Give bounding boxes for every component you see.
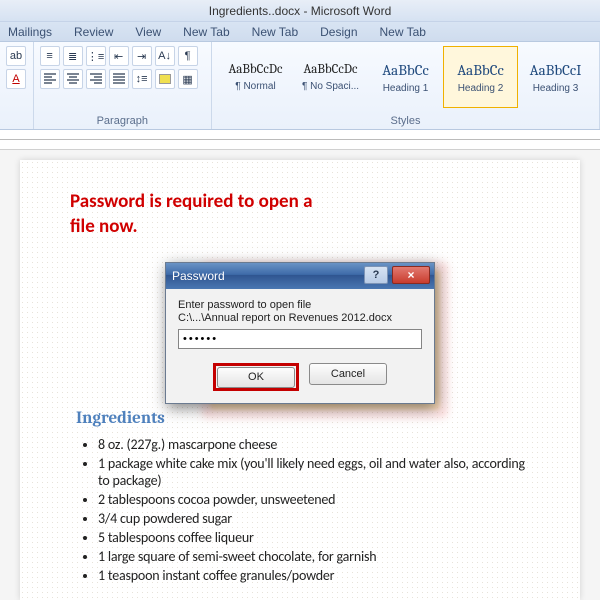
ruler[interactable] [0,130,600,150]
bullets-button[interactable]: ≡ [40,46,60,66]
help-button[interactable]: ? [364,266,388,284]
show-marks-button[interactable]: ¶ [178,46,198,66]
annotation-line-1: Password is required to open a [70,190,530,215]
list-item: 1 teaspoon instant coffee granules/powde… [98,567,530,584]
dialog-title: Password [172,269,225,283]
font-group-partial: ab A [0,42,34,129]
window-title-bar: Ingredients..docx - Microsoft Word [0,0,600,22]
sort-button[interactable]: A↓ [155,46,175,66]
tab-view[interactable]: View [135,25,161,39]
shading-button[interactable] [155,69,175,89]
tab-new-1[interactable]: New Tab [183,25,229,39]
dialog-body: Enter password to open file C:\...\Annua… [166,289,434,403]
dialog-prompt-1: Enter password to open file [178,299,422,311]
style-no-spacing[interactable]: AaBbCcDc ¶ No Spaci... [293,46,368,108]
password-dialog: Password ? × Enter password to open file… [165,262,435,404]
justify-button[interactable] [109,69,129,89]
close-icon: × [407,268,414,282]
align-right-button[interactable] [86,69,106,89]
font-color-button[interactable]: A [6,69,26,89]
style-heading-1[interactable]: AaBbCc Heading 1 [368,46,443,108]
styles-gallery[interactable]: AaBbCcDc ¶ Normal AaBbCcDc ¶ No Spaci...… [218,46,593,108]
ok-button-highlight: OK [213,363,299,391]
ok-button[interactable]: OK [217,367,295,388]
list-item: 1 large square of semi-sweet chocolate, … [98,548,530,565]
ribbon-tabs: Mailings Review View New Tab New Tab Des… [0,22,600,42]
tab-new-2[interactable]: New Tab [252,25,298,39]
cancel-button[interactable]: Cancel [309,363,387,385]
annotation-line-2: file now. [70,215,530,240]
styles-group-label: Styles [212,115,599,127]
borders-button[interactable]: ▦ [178,69,198,89]
align-center-button[interactable] [63,69,83,89]
tab-mailings[interactable]: Mailings [8,25,52,39]
style-heading-2[interactable]: AaBbCc Heading 2 [443,46,518,108]
window-title: Ingredients..docx - Microsoft Word [209,4,392,18]
numbering-button[interactable]: ≣ [63,46,83,66]
close-button[interactable]: × [392,266,430,284]
tab-review[interactable]: Review [74,25,113,39]
ribbon: ab A ≡ ≣ ⋮≡ ⇤ ⇥ A↓ ¶ [0,42,600,130]
multilevel-button[interactable]: ⋮≡ [86,46,106,66]
list-item: 1 package white cake mix (you'll likely … [98,455,530,489]
ingredients-list: 8 oz. (227g.) mascarpone cheese 1 packag… [70,436,530,584]
list-item: 3/4 cup powdered sugar [98,510,530,527]
list-item: 8 oz. (227g.) mascarpone cheese [98,436,530,453]
annotation-overlay: Password is required to open a file now. [70,190,530,239]
decrease-indent-button[interactable]: ⇤ [109,46,129,66]
dialog-prompt-2: C:\...\Annual report on Revenues 2012.do… [178,312,422,324]
strike-button[interactable]: ab [6,46,26,66]
list-item: 2 tablespoons cocoa powder, unsweetened [98,491,530,508]
line-spacing-button[interactable]: ↕≡ [132,69,152,89]
dialog-button-row: OK Cancel [178,363,422,391]
paragraph-group-label: Paragraph [34,115,211,127]
list-item: 5 tablespoons coffee liqueur [98,529,530,546]
tab-new-3[interactable]: New Tab [380,25,426,39]
styles-group: AaBbCcDc ¶ Normal AaBbCcDc ¶ No Spaci...… [212,42,600,129]
paragraph-group: ≡ ≣ ⋮≡ ⇤ ⇥ A↓ ¶ [34,42,212,129]
password-input[interactable] [178,329,422,349]
style-heading-3[interactable]: AaBbCcI Heading 3 [518,46,593,108]
increase-indent-button[interactable]: ⇥ [132,46,152,66]
tab-design[interactable]: Design [320,25,357,39]
align-left-button[interactable] [40,69,60,89]
dialog-title-bar[interactable]: Password ? × [166,263,434,289]
style-normal[interactable]: AaBbCcDc ¶ Normal [218,46,293,108]
